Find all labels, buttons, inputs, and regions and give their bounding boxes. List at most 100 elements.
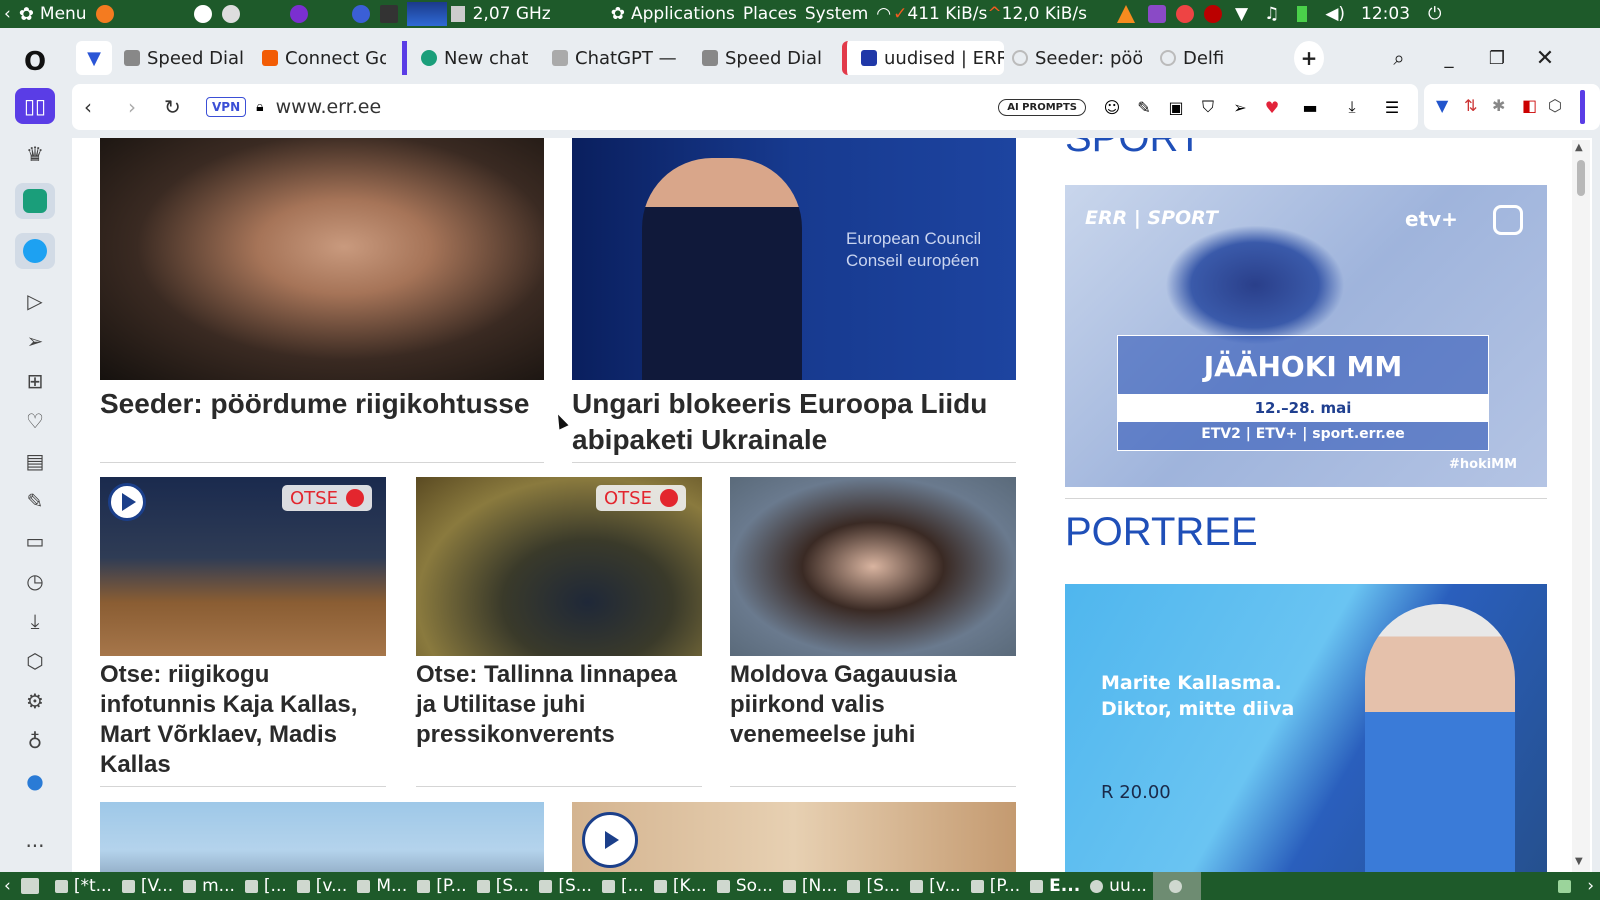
- new-tab-button[interactable]: +: [1294, 41, 1324, 75]
- tabs-icon[interactable]: ▭: [15, 523, 55, 559]
- history-icon[interactable]: ◷: [15, 563, 55, 599]
- workspace-icon[interactable]: ▼: [76, 41, 112, 75]
- scroll-up-arrow[interactable]: ▲: [1575, 142, 1583, 153]
- taskbar-right-arrow[interactable]: ›: [1583, 872, 1600, 900]
- show-desktop-icon[interactable]: [17, 872, 51, 900]
- taskbar-item[interactable]: [V...: [118, 872, 179, 900]
- article-image-orban[interactable]: European Council Conseil européen: [572, 138, 1016, 380]
- tab-seeder[interactable]: Seeder: pöö: [1012, 41, 1142, 75]
- search-tabs-icon[interactable]: ⌕: [1384, 41, 1414, 75]
- wifi-signal-icon[interactable]: ▼: [1235, 4, 1248, 24]
- tab-connect[interactable]: Connect Go: [262, 41, 386, 75]
- easy-setup-icon[interactable]: ☰: [1372, 98, 1412, 117]
- taskbar-item[interactable]: [P...: [967, 872, 1026, 900]
- send-icon[interactable]: ➢: [1224, 98, 1256, 117]
- scroll-thumb[interactable]: [1577, 160, 1585, 196]
- emoji-icon[interactable]: ☺: [1096, 98, 1128, 117]
- headline-ungari[interactable]: Ungari blokeeris Euroopa Liidu abipaketi…: [572, 386, 1016, 458]
- tips-lightbulb-icon[interactable]: ♁: [15, 723, 55, 759]
- article-image-tallinn[interactable]: OTSE: [416, 477, 702, 656]
- download-icon[interactable]: ⤓: [1332, 97, 1372, 117]
- vpn-badge[interactable]: VPN: [206, 97, 247, 117]
- tab-delfi[interactable]: Delfi: [1160, 41, 1274, 75]
- send-icon[interactable]: ➢: [15, 323, 55, 359]
- headline-riigikogu[interactable]: Otse: riigikogu infotunnis Kaja Kallas, …: [100, 660, 386, 780]
- reader-icon[interactable]: ▯▯: [15, 88, 55, 124]
- taskbar-item[interactable]: [...: [598, 872, 650, 900]
- taskbar-left-arrow[interactable]: ‹: [0, 872, 17, 900]
- downloads-icon[interactable]: ⤓: [15, 603, 55, 639]
- tab-chatgpt[interactable]: ChatGPT —: [552, 41, 682, 75]
- battery-saver-icon[interactable]: ▬: [1288, 98, 1332, 117]
- restore-button[interactable]: ❐: [1482, 41, 1512, 75]
- extension-icon-4[interactable]: ◧: [1522, 96, 1537, 115]
- article-image-moldova[interactable]: [730, 477, 1016, 656]
- accessibility-icon[interactable]: [193, 5, 212, 23]
- app-tray-icon-2[interactable]: [1176, 5, 1194, 23]
- taskbar-item[interactable]: M...: [353, 872, 413, 900]
- firefox-icon[interactable]: [95, 5, 114, 23]
- taskbar-item[interactable]: m...: [179, 872, 241, 900]
- taskbar-item[interactable]: [P...: [413, 872, 472, 900]
- url-field[interactable]: www.err.ee: [276, 96, 382, 118]
- twitter-icon[interactable]: [15, 233, 55, 269]
- taskbar-item[interactable]: [K...: [650, 872, 713, 900]
- taskbar-item[interactable]: [S...: [535, 872, 598, 900]
- close-window-button[interactable]: ✕: [1530, 41, 1560, 75]
- edit-icon[interactable]: ✎: [1128, 98, 1160, 117]
- article-image-building[interactable]: [100, 802, 544, 872]
- tab-speed-dial-2[interactable]: Speed Dial: [702, 41, 832, 75]
- messenger-icon[interactable]: ●: [15, 763, 55, 799]
- applications-menu[interactable]: ✿ Applications: [607, 0, 739, 28]
- reload-icon[interactable]: ↻: [164, 95, 194, 119]
- system-menu[interactable]: System: [801, 0, 872, 28]
- forward-icon[interactable]: ›: [128, 95, 158, 119]
- tab-new-chat[interactable]: New chat: [402, 41, 542, 75]
- podcast-icon[interactable]: [289, 5, 308, 23]
- ai-prompts-button[interactable]: AI PROMPTS: [998, 98, 1086, 116]
- power-icon[interactable]: ⏻: [1428, 4, 1441, 24]
- back-icon[interactable]: ‹: [84, 95, 114, 119]
- camera-icon[interactable]: ▣: [1160, 98, 1192, 117]
- bookmarks-heart-icon[interactable]: ♡: [15, 403, 55, 439]
- portree-heading[interactable]: PORTREE: [1065, 510, 1258, 555]
- scroll-down-arrow[interactable]: ▼: [1575, 856, 1583, 867]
- extension-icon-3[interactable]: ✱: [1492, 96, 1505, 115]
- lock-icon[interactable]: 🔒︎: [256, 99, 263, 115]
- taskbar-item[interactable]: E...: [1026, 872, 1086, 900]
- news-icon[interactable]: ▤: [15, 443, 55, 479]
- chatgpt-sidebar-icon[interactable]: [15, 183, 55, 219]
- shield-icon[interactable]: ⛉: [1192, 97, 1224, 117]
- taskbar-item[interactable]: [v...: [293, 872, 354, 900]
- headline-seeder[interactable]: Seeder: pöördume riigikohtusse: [100, 386, 550, 422]
- player-icon[interactable]: ▷: [15, 283, 55, 319]
- battery-icon[interactable]: [1297, 6, 1308, 22]
- volume-icon[interactable]: ◀): [1325, 4, 1345, 24]
- sport-heading[interactable]: SPORT: [1065, 138, 1202, 161]
- portree-ad-banner[interactable]: Marite Kallasma. Diktor, mitte diiva R 2…: [1065, 584, 1547, 872]
- tab-speed-dial[interactable]: Speed Dial: [124, 41, 248, 75]
- opera-logo-icon[interactable]: O: [15, 44, 55, 80]
- article-image-seeder[interactable]: [100, 138, 544, 380]
- article-image-riigikogu[interactable]: OTSE: [100, 477, 386, 656]
- menu-button[interactable]: ✿ Menu: [15, 0, 91, 28]
- taskbar-item[interactable]: [...: [241, 872, 293, 900]
- minimize-button[interactable]: _: [1434, 41, 1464, 75]
- panel-left-arrow[interactable]: ‹: [0, 0, 15, 28]
- app-tray-icon-3[interactable]: [1204, 5, 1222, 23]
- extension-icon-1[interactable]: ▼: [1436, 96, 1448, 115]
- opera-icon[interactable]: [351, 5, 370, 23]
- heart-icon[interactable]: ♥: [1256, 98, 1288, 117]
- sport-ad-banner[interactable]: ERR | SPORT etv+ JÄÄHOKI MM 12.–28. mai …: [1065, 185, 1547, 487]
- settings-gear-icon[interactable]: ⚙: [15, 683, 55, 719]
- speed-dial-icon[interactable]: ⊞: [15, 363, 55, 399]
- video-play-icon[interactable]: [582, 812, 638, 868]
- extension-icon-2[interactable]: ⇅: [1464, 96, 1477, 115]
- app-tray-icon-1[interactable]: [1148, 5, 1166, 23]
- pinboard-icon[interactable]: ✎: [15, 483, 55, 519]
- aria-icon[interactable]: ♛: [15, 136, 55, 172]
- settings-icon[interactable]: [221, 5, 240, 23]
- extensions-icon[interactable]: ⬡: [15, 643, 55, 679]
- taskbar-item[interactable]: [v...: [906, 872, 967, 900]
- places-menu[interactable]: Places: [739, 0, 801, 28]
